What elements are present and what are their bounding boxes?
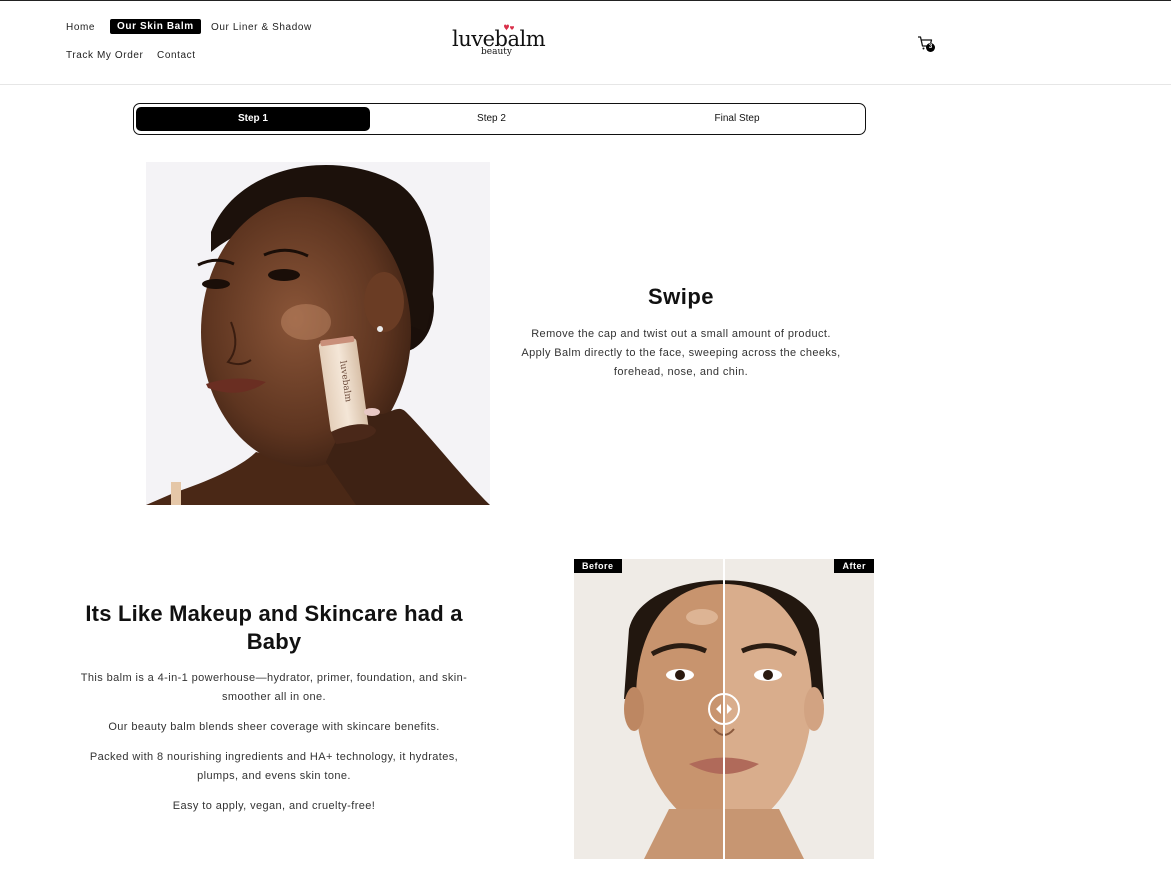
- feature-text-line: This balm is a 4-in-1 powerhouse—hydrato…: [80, 672, 468, 684]
- step-image: luvebalm: [146, 162, 490, 505]
- after-label: After: [834, 559, 874, 573]
- nav-track-order[interactable]: Track My Order: [66, 50, 143, 61]
- tab-final-step[interactable]: Final Step: [612, 107, 862, 131]
- step-description-line: forehead, nose, and chin.: [613, 366, 749, 378]
- slider-handle[interactable]: [708, 693, 740, 725]
- logo-subtext: beauty: [481, 47, 512, 57]
- nav-home[interactable]: Home: [66, 22, 95, 33]
- feature-paragraph: This balm is a 4-in-1 powerhouse—hydrato…: [66, 669, 482, 707]
- left-right-arrows-icon: [716, 704, 732, 714]
- tab-step-1[interactable]: Step 1: [136, 107, 370, 131]
- feature-text-line: smoother all in one.: [222, 691, 326, 703]
- feature-paragraph: Packed with 8 nourishing ingredients and…: [66, 748, 482, 786]
- cart-count-badge: 3: [926, 43, 935, 52]
- before-label: Before: [574, 559, 622, 573]
- site-header: Home Our Skin Balm Our Liner & Shadow Tr…: [0, 1, 1171, 85]
- nav-our-skin-balm[interactable]: Our Skin Balm: [110, 19, 201, 34]
- cart-button[interactable]: 3: [917, 35, 937, 55]
- step-description-line: Remove the cap and twist out a small amo…: [531, 328, 831, 340]
- nav-contact[interactable]: Contact: [157, 50, 196, 61]
- nav-liner-shadow[interactable]: Our Liner & Shadow: [211, 22, 312, 33]
- step-description-line: Apply Balm directly to the face, sweepin…: [521, 347, 841, 359]
- feature-heading-line: Baby: [246, 629, 302, 654]
- feature-heading-line: Its Like Makeup and Skincare had a: [85, 601, 463, 626]
- tab-step-2[interactable]: Step 2: [374, 107, 609, 131]
- logo[interactable]: luvebalm beauty: [452, 24, 546, 61]
- feature-heading: Its Like Makeup and Skincare had a Baby: [60, 600, 488, 656]
- feature-text-line: Packed with 8 nourishing ingredients and…: [89, 751, 459, 763]
- step-tabs: Step 1 Step 2 Final Step: [133, 103, 866, 135]
- feature-text-line: plumps, and evens skin tone.: [197, 770, 351, 782]
- step-title: Swipe: [647, 284, 715, 309]
- feature-paragraph: Our beauty balm blends sheer coverage wi…: [108, 721, 440, 733]
- before-after-slider[interactable]: Before After: [574, 559, 874, 859]
- step-description: Remove the cap and twist out a small amo…: [502, 325, 860, 382]
- feature-paragraph: Easy to apply, vegan, and cruelty-free!: [172, 800, 376, 812]
